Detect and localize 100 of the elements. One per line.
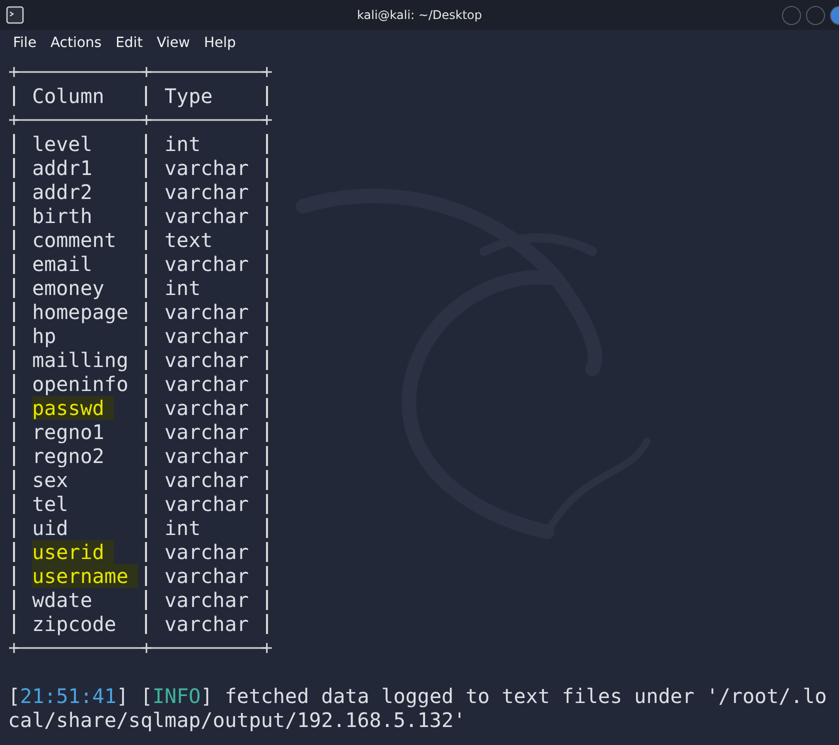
table-border [145,230,148,250]
menu-item[interactable]: Edit [108,35,150,51]
table-cell: int [164,132,201,156]
table-border [145,206,148,226]
table-border [145,494,148,514]
table-border [266,302,268,322]
table-cell: varchar [164,468,249,492]
table-border [13,254,16,274]
table-border [13,350,16,370]
table-cell: regno2 [32,444,104,468]
table-cell: regno1 [32,420,104,444]
table-cell: level [32,132,92,156]
table-cell: text [164,228,213,252]
table-cell: varchar [164,204,249,228]
menu-item[interactable]: Help [196,35,243,51]
table-border [266,446,268,466]
table-border [13,302,16,322]
table-border [145,158,148,178]
table-border [145,614,148,634]
table-cell: varchar [164,372,249,396]
table-border [266,398,268,418]
table-cell: varchar [164,612,249,636]
table-cell: mailling [32,348,128,372]
menu-item[interactable]: View [150,35,197,51]
table-border [145,422,148,442]
table-border [13,590,16,610]
table-border [266,158,268,178]
table-border [266,326,268,346]
table-border [13,446,16,466]
table-cell: wdate [32,588,92,612]
table-cell: comment [32,228,116,252]
table-cell: int [164,516,201,540]
table-border [13,542,16,562]
table-border [145,278,148,298]
table-border [13,206,16,226]
table-cell: email [32,252,92,276]
table-cell: varchar [164,300,249,324]
table-border [266,350,268,370]
table-cell: username [32,564,138,588]
table-border [13,398,16,418]
table-cell: varchar [164,348,249,372]
table-border [145,302,148,322]
table-border [13,374,16,394]
table-cell: userid [32,540,114,564]
log-message: [21:51:41] [INFO] fetched data logged to text files under '/root/.local/share/sqlmap/output/192.168.5.132' [8,684,828,732]
table-cell: varchar [164,444,249,468]
table-border [145,590,148,610]
table-border [13,470,16,490]
table-cell: addr2 [32,180,92,204]
table-border [13,494,16,514]
table-border [145,470,148,490]
table-border [145,326,148,346]
table-border [145,374,148,394]
minimize-button[interactable] [782,6,801,25]
table-border [13,278,16,298]
table-cell: hp [32,324,56,348]
table-border [266,494,268,514]
table-border [266,206,268,226]
menu-item[interactable]: Actions [43,35,109,51]
table-border [13,134,16,154]
terminal-icon [6,6,24,24]
menu-item[interactable]: File [6,35,44,51]
table-border [266,542,268,562]
table-cell: sex [32,468,68,492]
table-border [145,566,148,586]
table-border [266,254,268,274]
table-cell: varchar [164,540,249,564]
table-border [266,278,268,298]
table-cell: varchar [164,564,249,588]
table-cell: varchar [164,396,249,420]
table-border [266,374,268,394]
table-border [266,614,268,634]
table-border [13,326,16,346]
table-border [145,134,148,154]
table-border [266,422,268,442]
table-cell: varchar [164,420,249,444]
table-cell: openinfo [32,372,128,396]
table-cell: varchar [164,324,249,348]
maximize-button[interactable] [806,6,825,25]
table-cell: addr1 [32,156,92,180]
table-border [266,230,268,250]
table-border [145,254,148,274]
table-border [145,350,148,370]
table-cell: varchar [164,156,249,180]
table-border [266,566,268,586]
table-border [13,518,16,538]
table-border [266,470,268,490]
table-cell: passwd [32,396,114,420]
table-cell: varchar [164,492,249,516]
table-border [145,86,148,106]
table-border [145,182,148,202]
table-cell: homepage [32,300,128,324]
table-cell: tel [32,492,68,516]
table-border [145,446,148,466]
table-cell: varchar [164,252,249,276]
table-border [13,86,16,106]
table-border [266,86,268,106]
table-cell: birth [32,204,92,228]
table-border [145,398,148,418]
table-border [13,158,16,178]
